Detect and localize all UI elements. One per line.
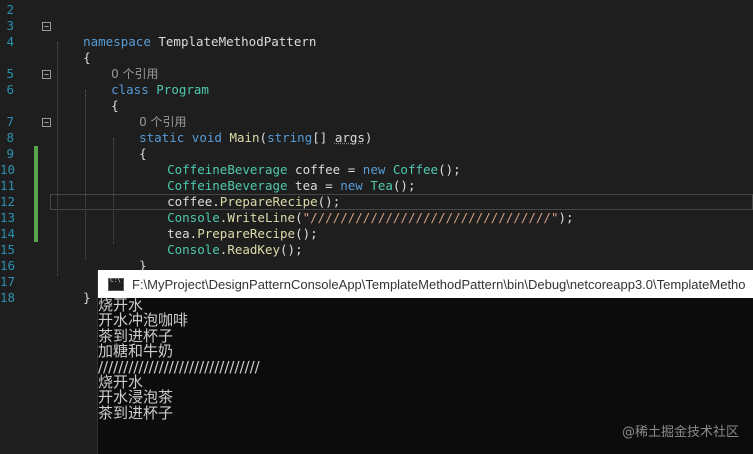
change-indicator-bar: [34, 146, 38, 242]
console-output-line: 开水浸泡茶: [98, 388, 174, 407]
line-number: 9: [6, 146, 14, 161]
line-number: 13: [0, 210, 16, 225]
console-output-line: 烧开水: [98, 296, 144, 314]
code-line[interactable]: Console.ReadKey();: [137, 226, 302, 257]
type-name: Tea: [370, 178, 393, 193]
console-output-line: 茶到进杯子: [98, 326, 174, 345]
line-number: 4: [6, 34, 14, 49]
code-line-namespace[interactable]: namespace TemplateMethodPattern: [53, 18, 316, 49]
keyword: namespace: [83, 34, 151, 49]
namespace-name: TemplateMethodPattern: [150, 34, 317, 49]
brackets: []: [312, 130, 335, 145]
console-output-line: 开水冲泡咖啡: [98, 311, 189, 330]
code-line[interactable]: CoffeineBeverage coffee = new Coffee();: [137, 146, 461, 177]
code-line[interactable]: coffee.PrepareRecipe();: [137, 178, 340, 209]
code-line[interactable]: {: [81, 82, 119, 113]
code-line[interactable]: }: [53, 274, 91, 305]
keyword: void: [191, 130, 222, 145]
statement-end: ();: [392, 178, 416, 193]
paren: (: [259, 130, 268, 145]
string-literal: "////////////////////////////////": [302, 210, 559, 225]
line-number: 10: [0, 162, 16, 177]
keyword: string: [267, 130, 313, 145]
line-number: 3: [6, 18, 14, 33]
code-line-main[interactable]: static void Main(string[] args): [109, 114, 372, 145]
codelens-references[interactable]: 0 个引用: [81, 50, 158, 81]
console-title: F:\MyProject\DesignPatternConsoleApp\Tem…: [132, 276, 746, 292]
code-line[interactable]: tea.PrepareRecipe();: [137, 210, 318, 241]
method-call: ReadKey: [227, 242, 281, 257]
line-number: 17: [0, 274, 16, 289]
class-name: Program: [156, 82, 209, 97]
close-brace: }: [83, 290, 91, 305]
console-titlebar[interactable]: F:\MyProject\DesignPatternConsoleApp\Tem…: [98, 270, 753, 298]
console-output-line: 烧开水: [98, 372, 144, 391]
line-number: 14: [0, 226, 16, 241]
method-name: Main: [229, 130, 260, 145]
keyword: new: [340, 178, 363, 193]
code-line[interactable]: {: [53, 34, 91, 65]
code-line-class[interactable]: class Program: [81, 66, 209, 97]
code-line[interactable]: }: [109, 242, 147, 273]
statement-end: ();: [438, 162, 461, 177]
line-number: 18: [0, 290, 16, 305]
console-app-icon: [108, 277, 124, 291]
param-name: args: [334, 130, 365, 145]
line-number: 5: [6, 66, 14, 81]
line-number: 6: [6, 82, 14, 97]
code-line[interactable]: {: [109, 130, 147, 161]
fold-toggle-icon[interactable]: −: [42, 118, 51, 127]
statement-end: );: [558, 210, 574, 225]
code-line-current[interactable]: Console.WriteLine("/////////////////////…: [137, 194, 573, 225]
codelens-references[interactable]: 0 个引用: [109, 98, 186, 129]
line-number: 11: [0, 178, 16, 193]
paren: ): [364, 130, 373, 145]
line-number: 12: [0, 194, 16, 209]
console-output-line: ////////////////////////////////: [98, 357, 260, 376]
code-line[interactable]: CoffeineBeverage tea = new Tea();: [137, 162, 415, 193]
line-number: 8: [6, 130, 14, 145]
fold-toggle-icon[interactable]: −: [42, 22, 51, 31]
line-number: 7: [6, 114, 14, 129]
watermark: @稀土掘金技术社区: [621, 425, 739, 440]
console-output-line: 茶到进杯子: [98, 403, 174, 422]
line-number: 16: [0, 258, 16, 273]
type-name: Console: [167, 242, 220, 257]
line-number: 15: [0, 242, 16, 257]
statement-end: ();: [280, 242, 303, 257]
fold-toggle-icon[interactable]: −: [42, 70, 51, 79]
line-number: 2: [6, 2, 14, 17]
console-output[interactable]: 烧开水 开水冲泡咖啡 茶到进杯子 加糖和牛奶 /////////////////…: [98, 296, 753, 422]
